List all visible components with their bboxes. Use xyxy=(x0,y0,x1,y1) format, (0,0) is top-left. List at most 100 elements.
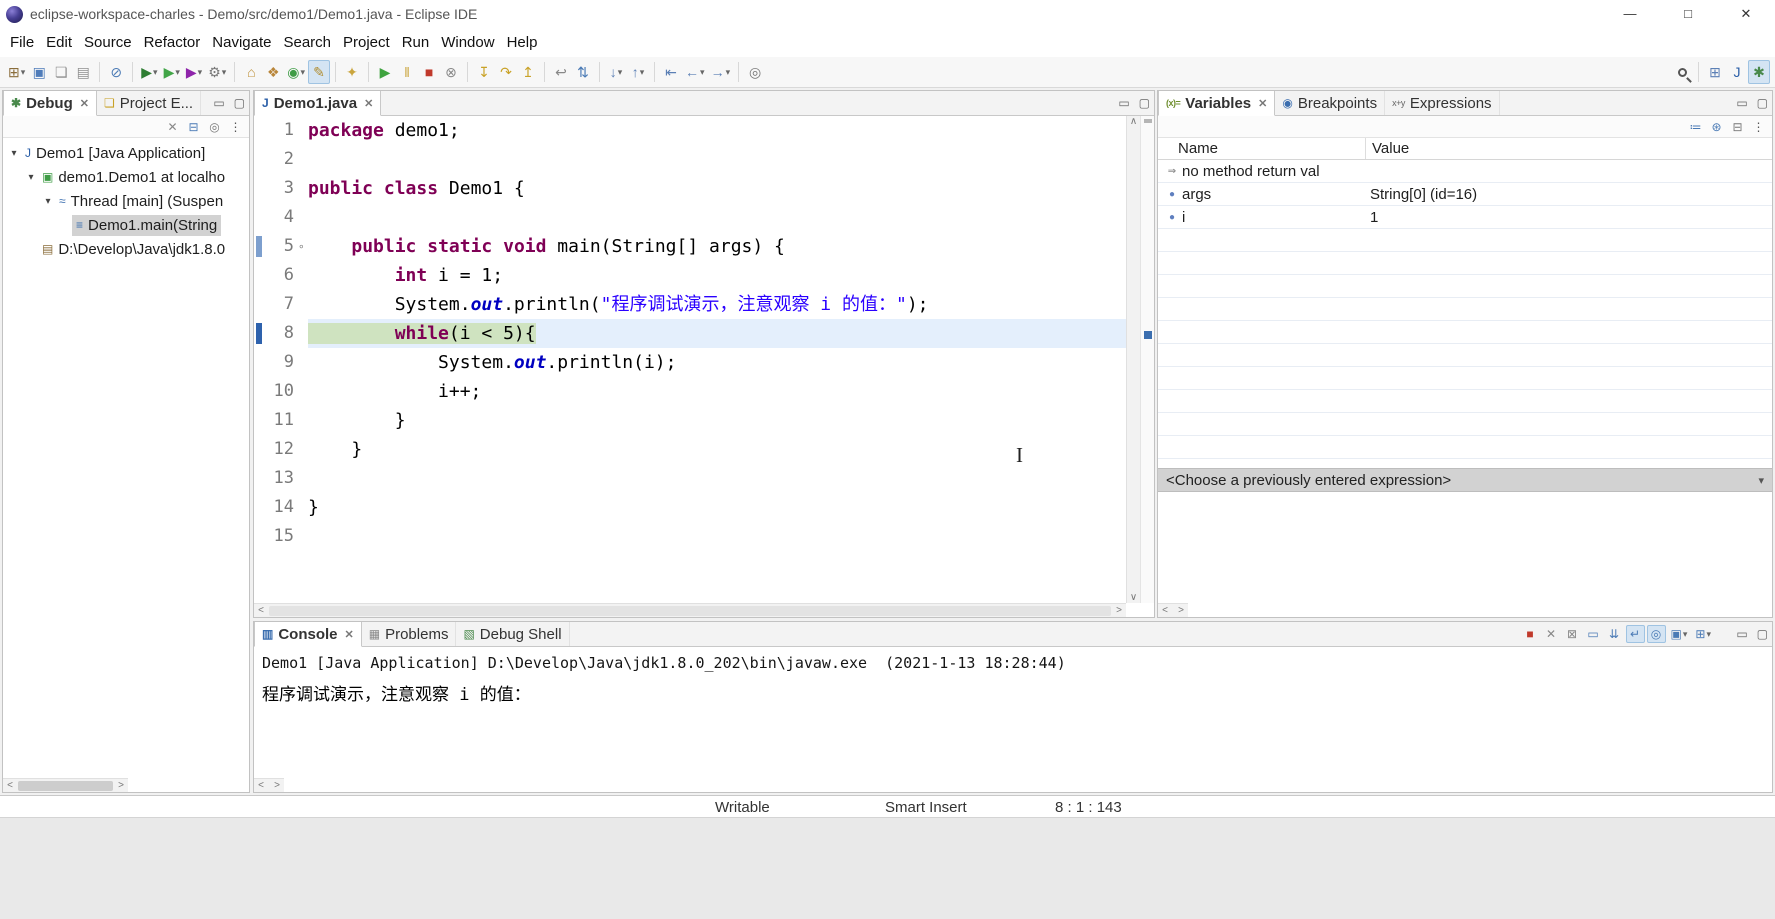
column-header-value[interactable]: Value xyxy=(1366,140,1772,157)
code-text[interactable]: } xyxy=(308,493,1126,522)
step-return-icon[interactable]: ↥ xyxy=(517,60,539,84)
open-search-icon[interactable]: ✦ xyxy=(341,60,363,84)
code-text[interactable]: } xyxy=(308,406,1126,435)
overview-ruler[interactable] xyxy=(1140,116,1154,603)
code-text[interactable]: i++; xyxy=(308,377,1126,406)
annotation-ruler[interactable] xyxy=(254,493,264,522)
close-tab-icon[interactable]: ✕ xyxy=(1258,97,1267,110)
menu-project[interactable]: Project xyxy=(337,30,396,55)
new-package-icon[interactable]: ❖ xyxy=(262,60,284,84)
menu-help[interactable]: Help xyxy=(501,30,544,55)
tree-item-demo1-main-string[interactable]: ≡ Demo1.main(String xyxy=(3,213,249,237)
column-header-name[interactable]: Name xyxy=(1158,138,1366,159)
close-button[interactable]: ✕ xyxy=(1717,0,1775,28)
tree-item-thread-main-suspen[interactable]: ▾ ≈ Thread [main] (Suspen xyxy=(3,189,249,213)
scroll-right-icon[interactable]: > xyxy=(1112,605,1126,616)
minimize-view-icon[interactable]: ▭ xyxy=(1736,96,1747,110)
editor-horizontal-scrollbar[interactable]: < > xyxy=(254,603,1126,617)
overview-instruction-pointer-marker[interactable] xyxy=(1144,331,1152,339)
view-menu-icon[interactable]: ⋮ xyxy=(226,118,245,136)
maximize-view-icon[interactable]: ▢ xyxy=(234,96,245,110)
tab-problems[interactable]: ▦ Problems xyxy=(362,622,457,646)
step-into-icon[interactable]: ↧ xyxy=(473,60,495,84)
annotation-ruler[interactable] xyxy=(254,406,264,435)
annotation-ruler[interactable] xyxy=(254,261,264,290)
debug-icon[interactable]: ▶ ▾ xyxy=(138,60,160,84)
code-text[interactable]: int i = 1; xyxy=(308,261,1126,290)
new-java-project-icon[interactable]: ⌂ xyxy=(240,60,262,84)
menu-run[interactable]: Run xyxy=(396,30,436,55)
scroll-up-icon[interactable]: ∧ xyxy=(1127,116,1141,127)
tab-console[interactable]: ▥ Console ✕ xyxy=(254,622,362,647)
menu-navigate[interactable]: Navigate xyxy=(206,30,277,55)
view-menu-icon[interactable]: ⋮ xyxy=(1749,118,1768,136)
tree-item-demo1-demo1-at-localho[interactable]: ▾ ▣ demo1.Demo1 at localho xyxy=(3,165,249,189)
chevron-down-icon[interactable]: ▾ xyxy=(1758,474,1764,487)
dropdown-arrow-icon[interactable]: ▾ xyxy=(618,67,623,78)
dropdown-arrow-icon[interactable]: ▾ xyxy=(153,67,158,78)
maximize-view-icon[interactable]: ▢ xyxy=(1757,96,1768,110)
code-text[interactable] xyxy=(308,464,1126,493)
tree-item-demo1-java-application[interactable]: ▾ J Demo1 [Java Application] xyxy=(3,141,249,165)
collapse-all-icon[interactable]: ⊟ xyxy=(1728,118,1747,136)
maximize-view-icon[interactable]: ▢ xyxy=(1139,96,1150,110)
dropdown-arrow-icon[interactable]: ▾ xyxy=(726,67,731,78)
annotation-ruler[interactable] xyxy=(254,232,264,261)
terminate-icon[interactable]: ■ xyxy=(418,60,440,84)
collapse-all-icon[interactable]: ⊟ xyxy=(184,118,203,136)
variable-row[interactable]: ● i 1 xyxy=(1158,206,1772,229)
disconnect-icon[interactable]: ⊗ xyxy=(440,60,462,84)
display-selected-console-icon[interactable]: ▣ ▾ xyxy=(1668,625,1691,643)
open-perspective-icon[interactable]: ⊞ xyxy=(1704,60,1726,84)
tab-expressions[interactable]: x+y Expressions xyxy=(1385,91,1500,115)
expander-icon[interactable]: ▾ xyxy=(7,148,21,159)
suspend-icon[interactable]: ‖ xyxy=(396,60,418,84)
code-editor[interactable]: 1 package demo1; 2 3 public class Demo1 {4 5 ∘… xyxy=(254,116,1126,603)
code-text[interactable]: while(i < 5){ xyxy=(308,319,1126,348)
new-wizard-icon[interactable]: ⊞ ▾ xyxy=(5,60,28,84)
code-text[interactable] xyxy=(308,145,1126,174)
external-tools-icon[interactable]: ⚙ ▾ xyxy=(205,60,229,84)
expression-bar[interactable]: <Choose a previously entered expression>… xyxy=(1158,468,1772,492)
menu-search[interactable]: Search xyxy=(277,30,337,55)
scrollbar-thumb[interactable] xyxy=(18,780,113,791)
pin-console-icon[interactable]: ◎ xyxy=(1646,625,1666,643)
annotation-ruler[interactable] xyxy=(254,377,264,406)
terminate-icon[interactable]: ■ xyxy=(1521,625,1540,643)
dropdown-arrow-icon[interactable]: ▾ xyxy=(1706,629,1711,640)
annotation-ruler[interactable] xyxy=(254,116,264,145)
previous-annotation-icon[interactable]: ↑ ▾ xyxy=(627,60,649,84)
scroll-lock-icon[interactable]: ⇊ xyxy=(1605,625,1624,643)
annotation-ruler[interactable] xyxy=(254,145,264,174)
menu-edit[interactable]: Edit xyxy=(40,30,78,55)
forward-icon[interactable]: → ▾ xyxy=(708,60,734,84)
code-text[interactable] xyxy=(308,203,1126,232)
scroll-left-icon[interactable]: < xyxy=(254,780,268,791)
java-perspective-icon[interactable]: J xyxy=(1726,60,1748,84)
use-step-filters-icon[interactable]: ⇅ xyxy=(572,60,594,84)
fold-marker-icon[interactable]: ∘ xyxy=(298,232,308,261)
variable-row[interactable]: ⇒ no method return val xyxy=(1158,160,1772,183)
remove-launch-icon[interactable]: ✕ xyxy=(1542,625,1561,643)
maximize-button[interactable]: □ xyxy=(1659,0,1717,28)
code-text[interactable]: public class Demo1 { xyxy=(308,174,1126,203)
resume-icon[interactable]: ▶ xyxy=(374,60,396,84)
mark-occurrences-icon[interactable]: ✎ xyxy=(308,60,331,84)
coverage-icon[interactable]: ▶ ▾ xyxy=(183,60,205,84)
tab-demo1-java[interactable]: J Demo1.java ✕ xyxy=(254,91,382,116)
scroll-right-icon[interactable]: > xyxy=(114,780,128,791)
close-tab-icon[interactable]: ✕ xyxy=(345,628,354,641)
annotation-ruler[interactable] xyxy=(254,464,264,493)
annotation-ruler[interactable] xyxy=(254,174,264,203)
tab-debug-shell[interactable]: ▧ Debug Shell xyxy=(456,622,570,646)
remove-all-terminated-icon[interactable]: ✕ xyxy=(163,118,182,136)
dropdown-arrow-icon[interactable]: ▾ xyxy=(21,67,26,78)
menu-window[interactable]: Window xyxy=(435,30,500,55)
step-over-icon[interactable]: ↷ xyxy=(495,60,517,84)
scroll-left-icon[interactable]: < xyxy=(3,780,17,791)
code-text[interactable]: } xyxy=(308,435,1126,464)
pin-view-icon[interactable]: ◎ xyxy=(205,118,224,136)
dropdown-arrow-icon[interactable]: ▾ xyxy=(700,67,705,78)
annotation-ruler[interactable] xyxy=(254,522,264,551)
expander-icon[interactable]: ▾ xyxy=(24,172,38,183)
